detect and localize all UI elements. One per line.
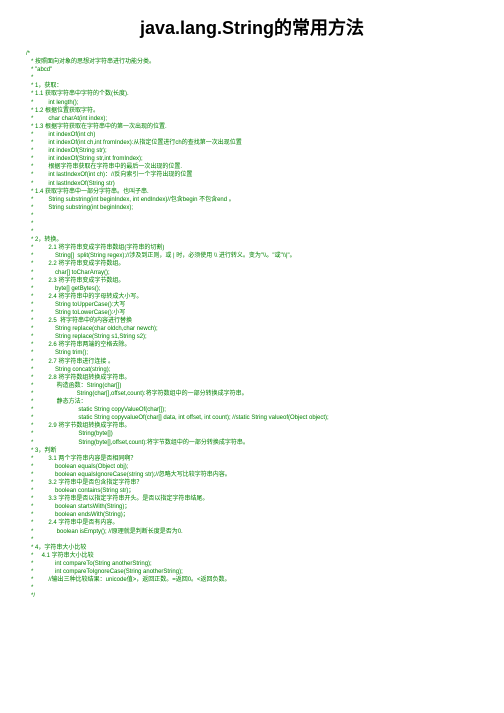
- code-line: * char[] toCharArray();: [26, 269, 494, 277]
- code-line: * int indexOf(String str,int fromIndex);: [26, 155, 494, 163]
- code-line: *: [26, 536, 494, 544]
- code-line: *: [26, 228, 494, 236]
- code-line: */: [26, 592, 494, 600]
- code-line: * String replace(String s1,String s2);: [26, 333, 494, 341]
- code-line: * String(byte[],offset,count):将字节数组中的一部分…: [26, 439, 494, 447]
- code-line: * int lastIndexOf(String str): [26, 180, 494, 188]
- code-line: * String concat(string);: [26, 366, 494, 374]
- code-line: * 2.8 将字符数组转换成字符串。: [26, 374, 494, 382]
- code-line: * 2.5 将字符串中的内容进行替换: [26, 317, 494, 325]
- code-line: * String toLowerCase():小写: [26, 309, 494, 317]
- code-line: * 1.3 根据字符获取在字符串中的第一次出现的位置.: [26, 123, 494, 131]
- code-line: * String(char[],offset,count):将字符数组中的一部分…: [26, 390, 494, 398]
- code-line: * int length();: [26, 99, 494, 107]
- code-line: * String[] split(String regex);//涉及到正则，或…: [26, 252, 494, 260]
- code-line: * String substring(int beginIndex);: [26, 204, 494, 212]
- code-line: /*: [26, 50, 494, 58]
- code-line: * 1.2 根据位置获取字符。: [26, 107, 494, 115]
- code-line: * static String copyValueOf(char[]);: [26, 406, 494, 414]
- code-line: * 2.7 将字符串进行连接 。: [26, 358, 494, 366]
- code-line: * "abcd": [26, 66, 494, 74]
- code-line: * String trim();: [26, 349, 494, 357]
- code-line: * 2.6 将字符串两端的空格去除。: [26, 341, 494, 349]
- code-line: * 静态方法：: [26, 398, 494, 406]
- code-line: * 构造函数：String(char[]): [26, 382, 494, 390]
- code-line: * 3，判断: [26, 447, 494, 455]
- code-line: * boolean startsWith(String)；: [26, 503, 494, 511]
- code-line: * 2.9 将字节数组转换成字符串。: [26, 422, 494, 430]
- code-line: * 2.1 将字符串变成字符串数组(字符串的切割): [26, 244, 494, 252]
- code-line: * int compareToIgnoreCase(String another…: [26, 568, 494, 576]
- code-line: * String(byte[]): [26, 430, 494, 438]
- code-line: * int compareTo(String anotherString);: [26, 560, 494, 568]
- code-line: * String toUpperCase():大写: [26, 301, 494, 309]
- code-line: * 1.4 获取字符串中一部分字符串。也叫子串.: [26, 188, 494, 196]
- code-line: * boolean isEmpty(); //原理就是判断长度是否为0.: [26, 528, 494, 536]
- code-line: * 4.1 字符串大小比较: [26, 552, 494, 560]
- code-line: * 2.2 将字符串变成字符数组。: [26, 260, 494, 268]
- code-line: *: [26, 220, 494, 228]
- code-line: *: [26, 212, 494, 220]
- code-line: * int indexOf(int ch,int fromIndex):从指定位…: [26, 139, 494, 147]
- code-line: * 2.4 将字符串中的字母转成大小写。: [26, 293, 494, 301]
- code-line: * String substring(int beginIndex, int e…: [26, 196, 494, 204]
- code-comment-block: /* * 按照面向对象的思想对字符串进行功能分类。 * "abcd" * * 1…: [0, 50, 504, 600]
- code-line: * static String copyvalueOf(char[] data,…: [26, 414, 494, 422]
- code-line: * int lastIndexOf(int ch)：//反向索引一个字符出现的位…: [26, 171, 494, 179]
- code-line: * 4，字符串大小比较: [26, 544, 494, 552]
- code-line: * 3.1 两个字符串内容是否相同啊？: [26, 455, 494, 463]
- code-line: * char charAt(int index);: [26, 115, 494, 123]
- code-line: * boolean equals(Object obj);: [26, 463, 494, 471]
- code-line: * boolean contains(String str)；: [26, 487, 494, 495]
- code-line: * boolean equalsIgnoreCase(string str);/…: [26, 471, 494, 479]
- code-line: * 根据字符串获取在字符串中的最后一次出现的位置.: [26, 163, 494, 171]
- code-line: * int indexOf(String str);: [26, 147, 494, 155]
- code-line: * 2.4 字符串中是否有内容。: [26, 519, 494, 527]
- code-line: * 2.3 将字符串变成字节数组。: [26, 277, 494, 285]
- code-line: * 2，转换。: [26, 236, 494, 244]
- page-title: java.lang.String的常用方法: [0, 0, 504, 50]
- code-line: * byte[] getBytes();: [26, 285, 494, 293]
- code-line: * 3.3 字符串是否以指定字符串开头。是否以指定字符串结尾。: [26, 495, 494, 503]
- code-line: * int indexOf(int ch): [26, 131, 494, 139]
- code-line: * String replace(char oldch,char newch);: [26, 325, 494, 333]
- code-line: * 1，获取：: [26, 82, 494, 90]
- code-line: * 按照面向对象的思想对字符串进行功能分类。: [26, 58, 494, 66]
- code-line: * //输出三种比较结果：unicode值>，返回正数。=返回0。<返回负数。: [26, 576, 494, 584]
- code-line: * 3.2 字符串中是否包含指定字符串？: [26, 479, 494, 487]
- code-line: * boolean endsWith(String)；: [26, 511, 494, 519]
- code-line: *: [26, 584, 494, 592]
- code-line: * 1.1 获取字符串中字符的个数(长度).: [26, 90, 494, 98]
- code-line: *: [26, 74, 494, 82]
